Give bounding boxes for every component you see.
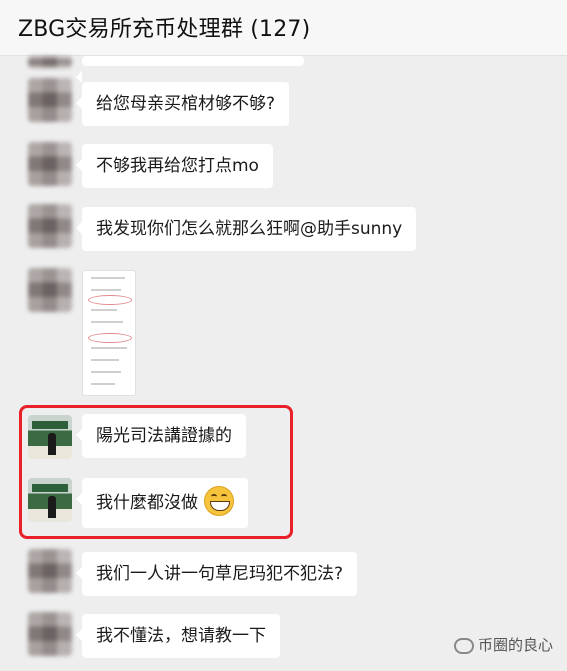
- watermark: 币圈的良心: [453, 634, 553, 655]
- group-title[interactable]: ZBG交易所充币处理群 (127): [18, 11, 310, 43]
- message-bubble[interactable]: 给您母亲买棺材够不够?: [75, 82, 290, 126]
- avatar[interactable]: [28, 549, 72, 593]
- avatar[interactable]: [28, 612, 72, 656]
- watermark-text: 币圈的良心: [477, 636, 553, 654]
- message-bubble[interactable]: 我发现你们怎么就那么狂啊@助手sunny: [75, 207, 417, 251]
- wechat-icon: [453, 637, 474, 654]
- red-highlight-box: [19, 405, 293, 539]
- message-bubble[interactable]: 我不懂法，想请教一下: [76, 614, 280, 658]
- avatar[interactable]: [28, 142, 72, 186]
- avatar[interactable]: [28, 268, 72, 312]
- partial-message-bubble: [76, 56, 304, 83]
- image-message-thumbnail[interactable]: [82, 270, 136, 396]
- avatar[interactable]: [28, 56, 72, 68]
- message-bubble[interactable]: 我们一人讲一句草尼玛犯不犯法?: [75, 552, 358, 596]
- message-bubble[interactable]: 不够我再给您打点mo: [76, 144, 273, 188]
- avatar[interactable]: [28, 78, 72, 122]
- avatar[interactable]: [28, 204, 72, 248]
- chat-header: ZBG交易所充币处理群 (127): [0, 0, 567, 56]
